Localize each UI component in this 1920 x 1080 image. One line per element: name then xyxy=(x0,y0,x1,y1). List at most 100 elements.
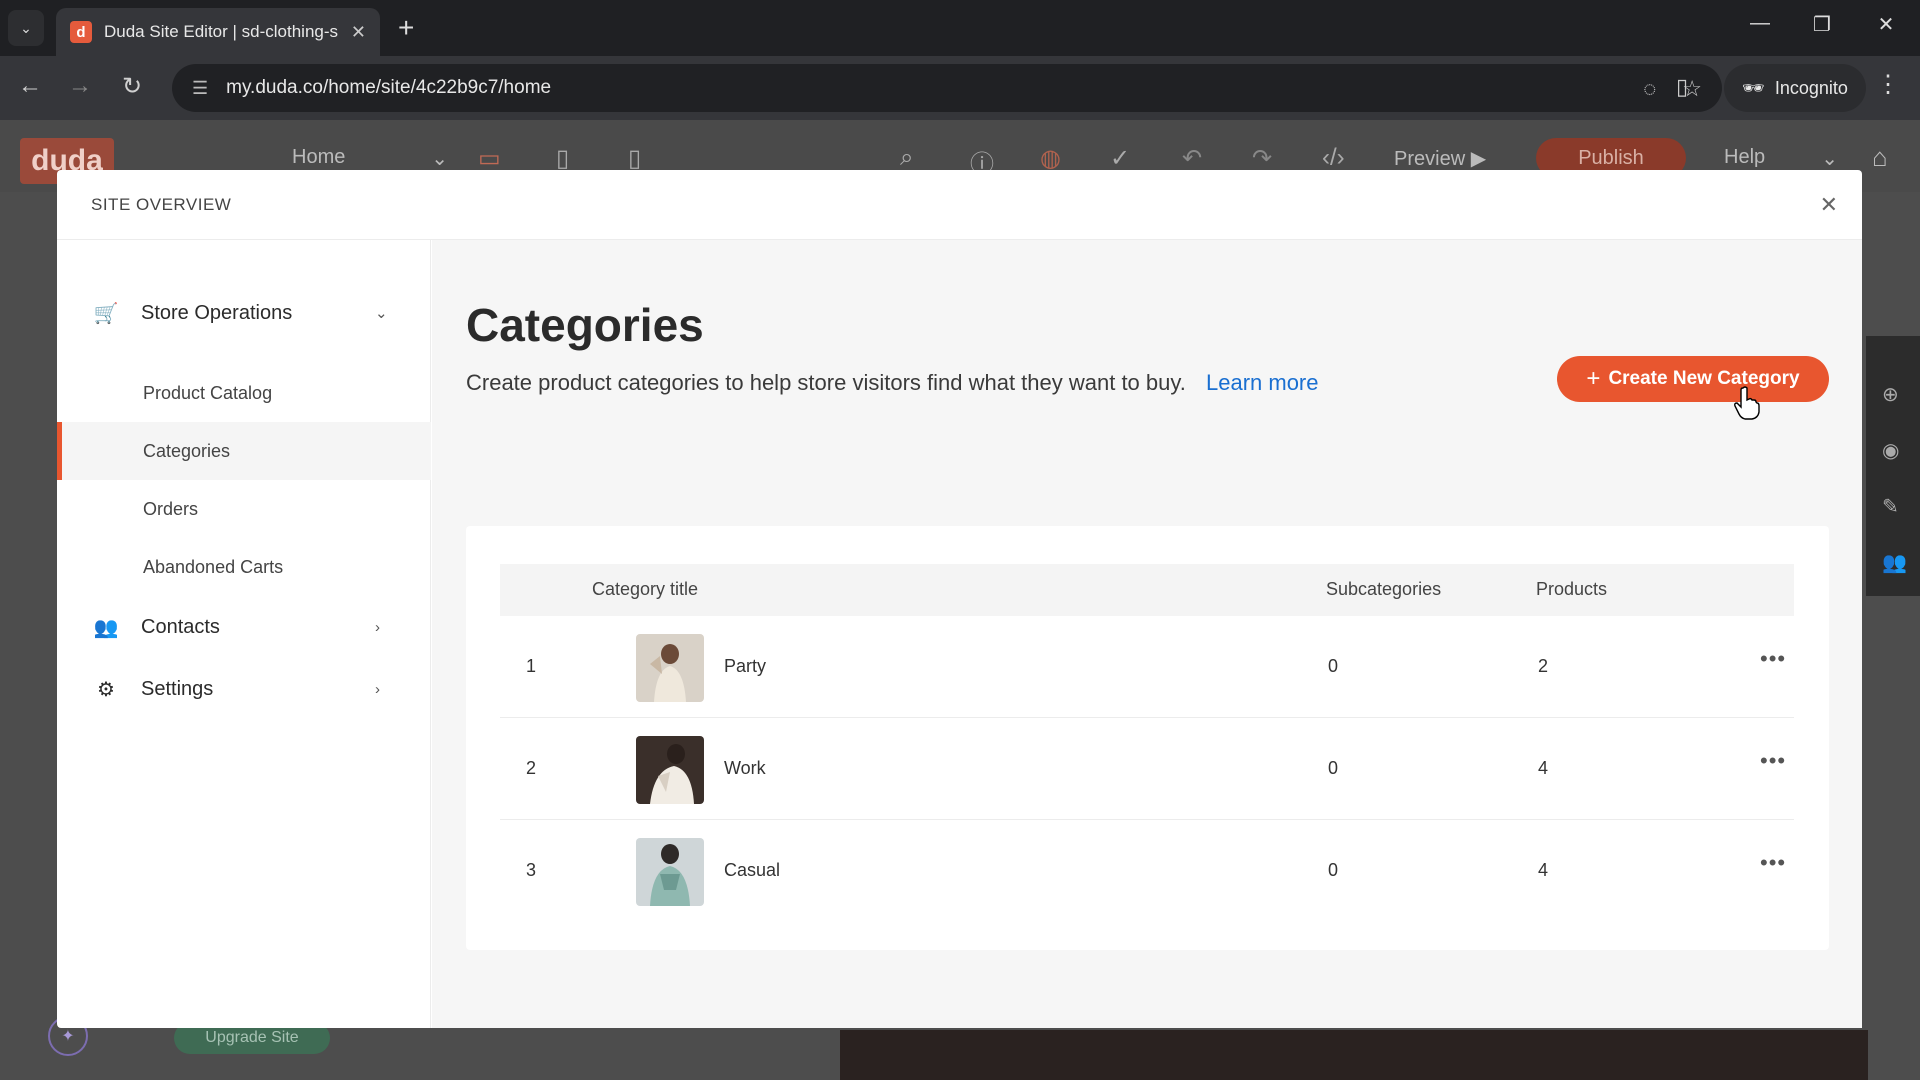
chevron-down-icon: ⌄ xyxy=(431,148,448,170)
sidebar-section-label: Settings xyxy=(141,677,214,700)
category-title[interactable]: Work xyxy=(724,758,766,779)
close-icon[interactable]: ✕ xyxy=(1820,192,1838,218)
url-text: my.duda.co/home/site/4c22b9c7/home xyxy=(226,77,552,98)
categories-table: Category title Subcategories Products 1 … xyxy=(466,526,1829,950)
sidebar-item-abandoned-carts[interactable]: Abandoned Carts xyxy=(57,538,431,596)
window-close-icon[interactable]: ✕ xyxy=(1866,12,1906,37)
products-count: 4 xyxy=(1538,860,1549,880)
category-title[interactable]: Casual xyxy=(724,860,780,881)
eye-off-icon[interactable]: ◌ xyxy=(1643,76,1656,102)
column-header-subcategories: Subcategories xyxy=(1326,579,1442,599)
forward-icon[interactable]: → xyxy=(64,72,96,100)
overview-sidebar: 🛒 Store Operations ⌄ Product Catalog Cat… xyxy=(57,240,431,1028)
side-panel-icon[interactable]: ▯ xyxy=(1676,74,1688,100)
row-index: 2 xyxy=(526,758,537,778)
preview-button[interactable]: Preview ▶ xyxy=(1394,146,1486,171)
incognito-badge[interactable]: 🕶 Incognito xyxy=(1724,64,1866,112)
page-selector-label: Home xyxy=(292,146,346,168)
users-icon[interactable]: 👥 xyxy=(1882,550,1907,575)
category-thumbnail xyxy=(636,736,704,804)
column-header-title: Category title xyxy=(592,579,699,599)
checkmark-icon[interactable]: ✓ xyxy=(1110,144,1130,173)
preview-label: Preview xyxy=(1394,148,1466,170)
category-thumbnail xyxy=(636,634,704,702)
page-title: Categories xyxy=(466,299,704,351)
undo-icon[interactable]: ↶ xyxy=(1182,144,1202,173)
products-count: 2 xyxy=(1538,656,1549,676)
right-tool-rail: ⊕ ◉ ✎ 👥 xyxy=(1866,336,1920,596)
sidebar-section-label: Store Operations xyxy=(141,301,293,324)
desktop-view-icon[interactable]: ▭ xyxy=(478,144,501,173)
table-row[interactable]: 3 Casual 0 4 ••• xyxy=(500,820,1794,922)
site-settings-icon[interactable]: ☰ xyxy=(192,78,208,99)
more-options-icon[interactable]: ••• xyxy=(1760,850,1786,876)
help-label: Help xyxy=(1724,146,1766,168)
edit-icon[interactable]: ✎ xyxy=(1882,494,1899,519)
sidebar-item-categories[interactable]: Categories xyxy=(57,422,431,480)
subcategories-count: 0 xyxy=(1328,758,1339,778)
categories-content: Categories Create product categories to … xyxy=(432,240,1862,1028)
create-button-label: Create New Category xyxy=(1608,368,1800,389)
new-tab-icon[interactable]: + xyxy=(398,12,414,44)
back-icon[interactable]: ← xyxy=(14,72,46,100)
restore-icon[interactable]: ❐ xyxy=(1802,12,1842,37)
browser-tab[interactable]: d Duda Site Editor | sd-clothing-s ✕ xyxy=(56,8,380,56)
tab-close-icon[interactable]: ✕ xyxy=(351,22,366,43)
page-description: Create product categories to help store … xyxy=(466,370,1319,396)
table-header: Category title Subcategories Products xyxy=(500,564,1794,616)
mobile-view-icon[interactable]: ▯ xyxy=(628,144,641,173)
play-icon: ▶ xyxy=(1470,148,1487,170)
address-bar[interactable]: ☰ my.duda.co/home/site/4c22b9c7/home ◌ ☆ xyxy=(172,64,1722,112)
minimize-icon[interactable]: — xyxy=(1740,12,1780,35)
browser-menu-icon[interactable]: ⋮ xyxy=(1876,70,1900,99)
home-icon[interactable]: ⌂ xyxy=(1872,142,1888,173)
browser-tab-bar: ⌄ d Duda Site Editor | sd-clothing-s ✕ +… xyxy=(0,0,1920,56)
sidebar-section-contacts[interactable]: 👥 Contacts › xyxy=(57,602,431,652)
sidebar-item-product-catalog[interactable]: Product Catalog xyxy=(57,364,431,422)
chat-icon[interactable]: ◉ xyxy=(1882,438,1899,463)
comments-icon[interactable]: ◍ xyxy=(1040,144,1061,173)
create-new-category-button[interactable]: + Create New Category xyxy=(1557,356,1829,402)
hand-cursor-icon xyxy=(1734,386,1760,425)
contacts-icon: 👥 xyxy=(93,616,119,639)
products-count: 4 xyxy=(1538,758,1549,778)
table-row[interactable]: 1 Party 0 2 ••• xyxy=(500,616,1794,718)
subcategories-count: 0 xyxy=(1328,860,1339,880)
row-index: 3 xyxy=(526,860,537,880)
tab-search-chevron-icon[interactable]: ⌄ xyxy=(8,10,44,46)
site-overview-modal: SITE OVERVIEW ✕ 🛒 Store Operations ⌄ Pro… xyxy=(57,170,1862,1028)
browser-toolbar: ← → ↻ ☰ my.duda.co/home/site/4c22b9c7/ho… xyxy=(0,56,1920,120)
more-options-icon[interactable]: ••• xyxy=(1760,748,1786,774)
modal-header: SITE OVERVIEW xyxy=(57,170,1862,240)
category-title[interactable]: Party xyxy=(724,656,766,677)
code-icon[interactable]: ‹/› xyxy=(1322,144,1345,172)
column-header-products: Products xyxy=(1536,579,1608,599)
learn-more-link[interactable]: Learn more xyxy=(1206,370,1319,395)
table-row[interactable]: 2 Work 0 4 ••• xyxy=(500,718,1794,820)
chevron-down-icon: ⌄ xyxy=(1821,148,1838,170)
add-icon[interactable]: ⊕ xyxy=(1882,382,1899,407)
incognito-label: Incognito xyxy=(1774,77,1848,98)
search-icon[interactable]: ⌕ xyxy=(900,144,913,172)
chevron-right-icon: › xyxy=(375,680,380,698)
row-index: 1 xyxy=(526,656,537,676)
page-selector[interactable]: Home ⌄ xyxy=(292,146,448,171)
reload-icon[interactable]: ↻ xyxy=(116,72,148,101)
incognito-icon: 🕶 xyxy=(1742,77,1765,98)
sidebar-section-label: Contacts xyxy=(141,615,220,638)
duda-favicon-icon: d xyxy=(70,21,92,43)
sidebar-section-settings[interactable]: ⚙ Settings › xyxy=(57,664,431,714)
subcategories-count: 0 xyxy=(1328,656,1339,676)
redo-icon[interactable]: ↷ xyxy=(1252,144,1272,173)
gear-icon: ⚙ xyxy=(97,678,115,701)
tablet-view-icon[interactable]: ▯ xyxy=(556,144,569,173)
category-thumbnail xyxy=(636,838,704,906)
shopping-cart-icon: 🛒 xyxy=(93,302,119,325)
tab-title: Duda Site Editor | sd-clothing-s xyxy=(104,22,339,41)
sidebar-section-store-operations[interactable]: 🛒 Store Operations ⌄ xyxy=(57,288,431,338)
help-menu[interactable]: Help ⌄ xyxy=(1724,146,1838,171)
sidebar-item-orders[interactable]: Orders xyxy=(57,480,431,538)
description-text: Create product categories to help store … xyxy=(466,370,1186,395)
more-options-icon[interactable]: ••• xyxy=(1760,646,1786,672)
background-photo xyxy=(840,1030,1868,1080)
